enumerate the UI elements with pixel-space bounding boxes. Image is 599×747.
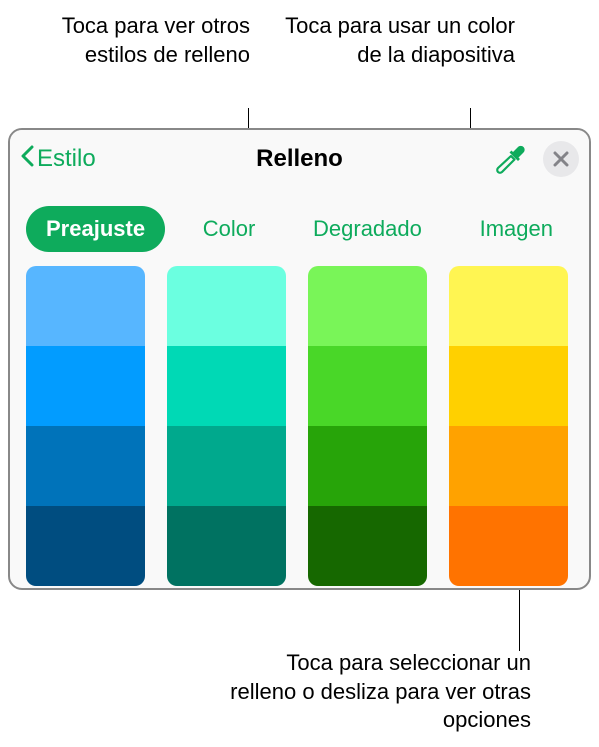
color-swatch[interactable] bbox=[449, 346, 568, 426]
color-swatch[interactable] bbox=[449, 266, 568, 346]
close-button[interactable] bbox=[543, 141, 579, 177]
fill-tabs: Preajuste Color Degradado Imagen bbox=[10, 188, 589, 266]
color-swatch[interactable] bbox=[308, 426, 427, 506]
palette-column bbox=[308, 266, 427, 586]
tab-imagen[interactable]: Imagen bbox=[460, 206, 573, 252]
color-swatch[interactable] bbox=[449, 506, 568, 586]
tab-color[interactable]: Color bbox=[183, 206, 276, 252]
tab-preajuste[interactable]: Preajuste bbox=[26, 206, 165, 252]
color-swatch[interactable] bbox=[308, 266, 427, 346]
color-swatch[interactable] bbox=[167, 266, 286, 346]
color-palette[interactable] bbox=[10, 266, 589, 586]
callout-select-fill: Toca para seleccionar un relleno o desli… bbox=[221, 649, 531, 735]
chevron-left-icon bbox=[20, 145, 35, 174]
palette-column bbox=[449, 266, 568, 586]
color-swatch[interactable] bbox=[26, 266, 145, 346]
callout-fill-styles: Toca para ver otros estilos de relleno bbox=[30, 12, 250, 69]
back-button[interactable]: Estilo bbox=[20, 145, 96, 174]
panel-title: Relleno bbox=[256, 145, 343, 173]
color-swatch[interactable] bbox=[167, 426, 286, 506]
eyedropper-icon bbox=[493, 143, 525, 175]
eyedropper-button[interactable] bbox=[491, 141, 527, 177]
color-swatch[interactable] bbox=[167, 346, 286, 426]
close-icon bbox=[553, 151, 569, 167]
fill-panel: Estilo Relleno Preajuste Color Degradado Im… bbox=[8, 128, 591, 590]
palette-column bbox=[26, 266, 145, 586]
color-swatch[interactable] bbox=[308, 506, 427, 586]
tab-degradado[interactable]: Degradado bbox=[293, 206, 442, 252]
panel-header: Estilo Relleno bbox=[10, 130, 589, 188]
color-swatch[interactable] bbox=[26, 346, 145, 426]
color-swatch[interactable] bbox=[26, 426, 145, 506]
palette-column bbox=[167, 266, 286, 586]
color-swatch[interactable] bbox=[26, 506, 145, 586]
color-swatch[interactable] bbox=[308, 346, 427, 426]
back-label: Estilo bbox=[37, 145, 96, 173]
callout-slide-color: Toca para usar un color de la diapositiv… bbox=[280, 12, 515, 69]
color-swatch[interactable] bbox=[449, 426, 568, 506]
color-swatch[interactable] bbox=[167, 506, 286, 586]
